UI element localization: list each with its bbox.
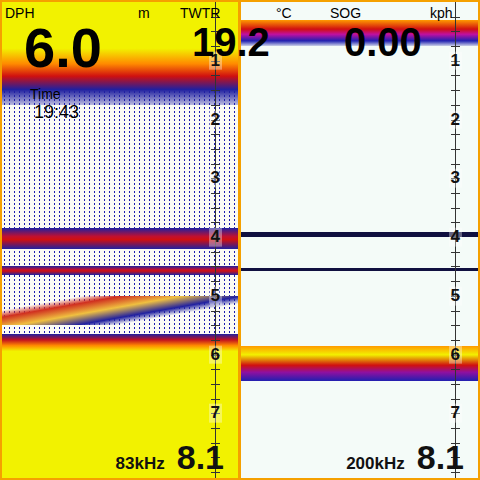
depth-label: 5 xyxy=(209,286,222,305)
sonar-echo xyxy=(2,296,238,325)
sonar-screen: 123456783kHz8.11234567200kHz8.1DPHm6.0TW… xyxy=(0,0,480,480)
readout: TWTR°C19.2 xyxy=(180,0,300,70)
sonar-echo xyxy=(241,268,478,272)
depth-scale: 1234567 xyxy=(200,2,228,478)
time-readout: Time19:43 xyxy=(30,86,79,123)
sonar-echo xyxy=(241,346,478,381)
depth-label: 4 xyxy=(449,228,462,247)
frequency-label: 200kHz xyxy=(346,454,405,474)
depth-label: 4 xyxy=(209,228,222,247)
depth-scale: 1 2 3 4 5 6 7 xyxy=(440,2,468,478)
panel-footer: 200kHz 8.1 xyxy=(241,440,478,474)
sonar-echo xyxy=(241,232,478,237)
depth-label: 2 xyxy=(449,110,462,129)
sonar-panel: 1 2 3 4 5 6 7 200kHz 8.1 xyxy=(241,2,478,478)
range-label: 8.1 xyxy=(177,440,224,474)
range-label: 8.1 xyxy=(417,440,464,474)
readout: SOGkph0.00 xyxy=(320,0,470,70)
depth-label: 7 xyxy=(449,404,462,423)
readout: DPHm6.0 xyxy=(0,0,170,80)
depth-label: 5 xyxy=(449,286,462,305)
depth-label: 3 xyxy=(449,169,462,188)
sonar-echo xyxy=(2,228,238,249)
depth-label: 7 xyxy=(209,404,222,423)
frequency-label: 83kHz xyxy=(116,454,165,474)
depth-label: 1 xyxy=(449,51,462,70)
sonar-echo xyxy=(2,266,238,275)
depth-label: 2 xyxy=(209,110,222,129)
depth-label: 3 xyxy=(209,169,222,188)
depth-label: 6 xyxy=(209,345,222,364)
depth-label: 6 xyxy=(449,345,462,364)
panel-footer: 83kHz 8.1 xyxy=(2,440,238,474)
